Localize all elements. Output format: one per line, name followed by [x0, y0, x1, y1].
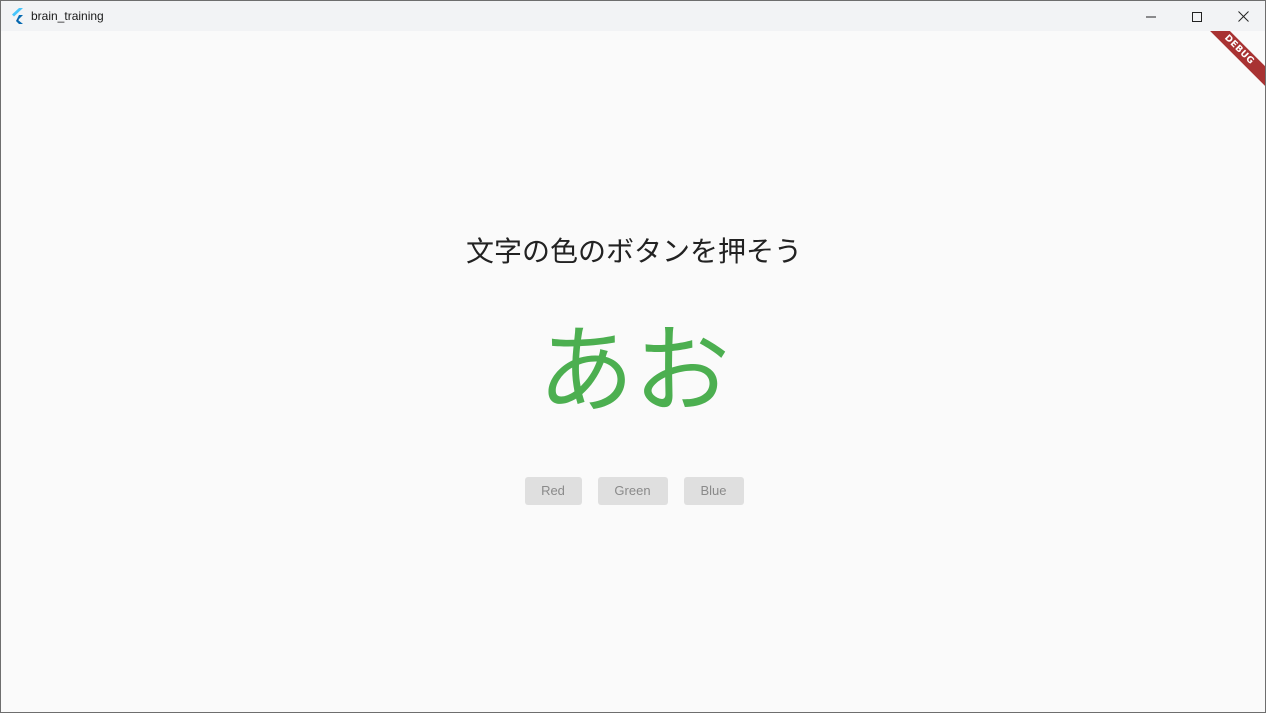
red-button[interactable]: Red: [524, 477, 582, 505]
title-bar[interactable]: brain_training: [1, 1, 1265, 31]
instruction-text: 文字の色のボタンを押そう: [465, 235, 802, 268]
minimize-icon: [1146, 7, 1156, 26]
maximize-icon: [1192, 7, 1202, 26]
close-icon: [1237, 7, 1249, 26]
maximize-button[interactable]: [1174, 1, 1220, 31]
close-button[interactable]: [1220, 1, 1265, 31]
blue-button[interactable]: Blue: [683, 477, 744, 505]
main-content: 文字の色のボタンを押そう あお Red Green Blue DEBUG: [1, 31, 1265, 712]
app-window: brain_training 文字の色のボタンを押そう あお Red Green…: [0, 0, 1266, 713]
window-title: brain_training: [31, 9, 104, 23]
green-button[interactable]: Green: [597, 477, 668, 505]
minimize-button[interactable]: [1128, 1, 1174, 31]
color-word: あお: [538, 315, 730, 427]
color-button-row: Red Green Blue: [1, 477, 1265, 505]
debug-label: DEBUG: [1205, 31, 1265, 91]
flutter-logo-icon: [11, 8, 25, 24]
debug-banner: DEBUG: [1205, 31, 1265, 91]
